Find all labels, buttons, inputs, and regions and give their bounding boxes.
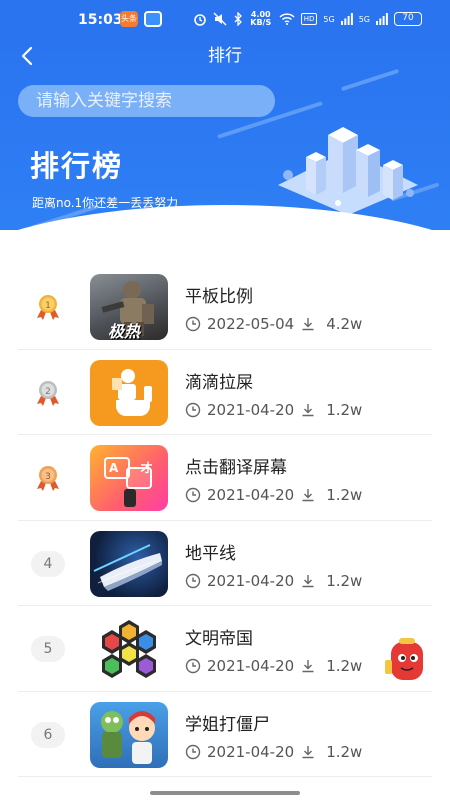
release-date: 2021-04-20 xyxy=(207,571,295,590)
train-image xyxy=(93,543,162,591)
app-thumbnail xyxy=(90,701,168,768)
list-item[interactable]: 4 地平线 2021-04-20 1.2w xyxy=(18,521,432,606)
status-indicators: 4.00 KB/S HD 5G 5G 70 xyxy=(193,11,422,27)
rank-badge: 6 xyxy=(31,721,65,748)
download-count: 1.2w xyxy=(326,657,363,675)
app-name: 文明帝国 xyxy=(185,629,253,649)
download-icon xyxy=(302,403,314,416)
hd-badge: HD xyxy=(300,13,318,25)
thumb-label: 极热 xyxy=(108,322,141,340)
zombie-image xyxy=(101,710,155,764)
city-illustration xyxy=(278,127,418,215)
page-title: 排行 xyxy=(208,46,242,66)
news-app-icon: 头条 xyxy=(120,11,138,27)
list-item[interactable]: 3 A 才 点击翻译屏幕 2021-04-20 1.2w xyxy=(18,435,432,521)
bluetooth-icon xyxy=(234,12,242,26)
clock-icon xyxy=(185,487,201,503)
download-count: 1.2w xyxy=(326,486,363,504)
signal-icon xyxy=(340,13,353,25)
rank-number: 1 xyxy=(45,301,51,311)
signal-5g-1: 5G xyxy=(323,14,335,24)
clock-icon xyxy=(185,316,201,332)
clock-icon xyxy=(185,658,201,674)
gold-medal-icon: 1 xyxy=(37,295,59,320)
rank-badge: 4 xyxy=(31,550,65,577)
decor-stripe xyxy=(340,68,400,92)
hex-grid-image xyxy=(102,620,156,678)
mute-icon xyxy=(213,12,227,26)
list-item[interactable]: 5 文明帝国 2021-04-20 1.2w xyxy=(18,606,432,692)
rank-number: 2 xyxy=(45,387,51,397)
download-count: 1.2w xyxy=(326,400,363,419)
download-icon xyxy=(302,318,314,331)
battery-indicator: 70 xyxy=(394,12,422,26)
browser-app-icon xyxy=(144,11,162,27)
list-item[interactable]: 6 学姐打僵尸 2021-04-20 1.2w xyxy=(18,692,432,777)
hero-title: 排行榜 xyxy=(30,149,124,183)
app-meta: 2021-04-20 1.2w xyxy=(185,486,362,504)
app-thumbnail xyxy=(90,530,168,597)
wifi-icon xyxy=(279,13,295,25)
list-item[interactable]: 1 极热 平板比例 2022-05-04 4.2w xyxy=(18,264,432,350)
status-time: 15:03 xyxy=(78,12,123,28)
release-date: 2022-05-04 xyxy=(207,315,295,333)
download-count: 1.2w xyxy=(326,571,363,590)
app-meta: 2021-04-20 1.2w xyxy=(185,572,362,590)
bronze-medal-icon: 3 xyxy=(37,466,59,491)
release-date: 2021-04-20 xyxy=(207,400,295,419)
ranking-list: 1 极热 平板比例 2022-05-04 4.2w 2 滴滴拉屎 2021-04… xyxy=(18,264,432,777)
clock-icon xyxy=(185,402,201,417)
app-thumbnail xyxy=(90,616,168,682)
app-thumbnail xyxy=(90,359,168,426)
silver-medal-icon: 2 xyxy=(37,380,59,406)
clock-icon xyxy=(185,744,201,759)
app-meta: 2021-04-20 1.2w xyxy=(185,401,362,419)
red-envelope-mascot-icon[interactable] xyxy=(385,636,429,686)
network-speed: 4.00 KB/S xyxy=(250,10,272,27)
translate-glyphs: A 才 xyxy=(109,461,162,475)
download-icon xyxy=(302,574,314,587)
app-name: 滴滴拉屎 xyxy=(185,372,253,393)
release-date: 2021-04-20 xyxy=(207,742,295,761)
app-name: 地平线 xyxy=(185,543,236,564)
signal-icon-2 xyxy=(376,13,388,25)
app-thumbnail: 极热 xyxy=(90,274,168,340)
list-item[interactable]: 2 滴滴拉屎 2021-04-20 1.2w xyxy=(18,350,432,435)
download-icon xyxy=(302,745,314,758)
download-count: 1.2w xyxy=(326,742,363,761)
alarm-icon xyxy=(193,14,206,26)
header-banner: 排行 请输入关键字搜索 排行榜 距离no.1你还差一丢丢努力 xyxy=(0,40,450,230)
app-meta: 2022-05-04 4.2w xyxy=(185,315,362,333)
pointer-hand xyxy=(124,489,136,507)
app-meta: 2021-04-20 1.2w xyxy=(185,743,362,761)
download-icon xyxy=(302,489,314,502)
app-name: 点击翻译屏幕 xyxy=(185,458,287,478)
app-name: 平板比例 xyxy=(185,287,253,307)
rank-badge: 5 xyxy=(31,636,65,662)
app-meta: 2021-04-20 1.2w xyxy=(185,657,362,675)
search-input[interactable]: 请输入关键字搜索 xyxy=(18,85,275,117)
status-bar: 15:03 头条 4.00 KB/S HD 5G 5G 70 xyxy=(0,0,450,40)
clock-icon xyxy=(185,573,201,588)
app-name: 学姐打僵尸 xyxy=(185,714,270,735)
rank-number: 3 xyxy=(45,472,51,482)
download-count: 4.2w xyxy=(326,315,363,333)
download-icon xyxy=(302,660,314,673)
home-indicator[interactable] xyxy=(150,791,300,795)
signal-5g-2: 5G xyxy=(358,14,370,24)
release-date: 2021-04-20 xyxy=(207,486,295,504)
release-date: 2021-04-20 xyxy=(207,657,295,675)
toilet-image xyxy=(112,368,152,416)
status-notification-icons: 头条 xyxy=(120,11,162,27)
app-thumbnail: A 才 xyxy=(90,445,168,511)
